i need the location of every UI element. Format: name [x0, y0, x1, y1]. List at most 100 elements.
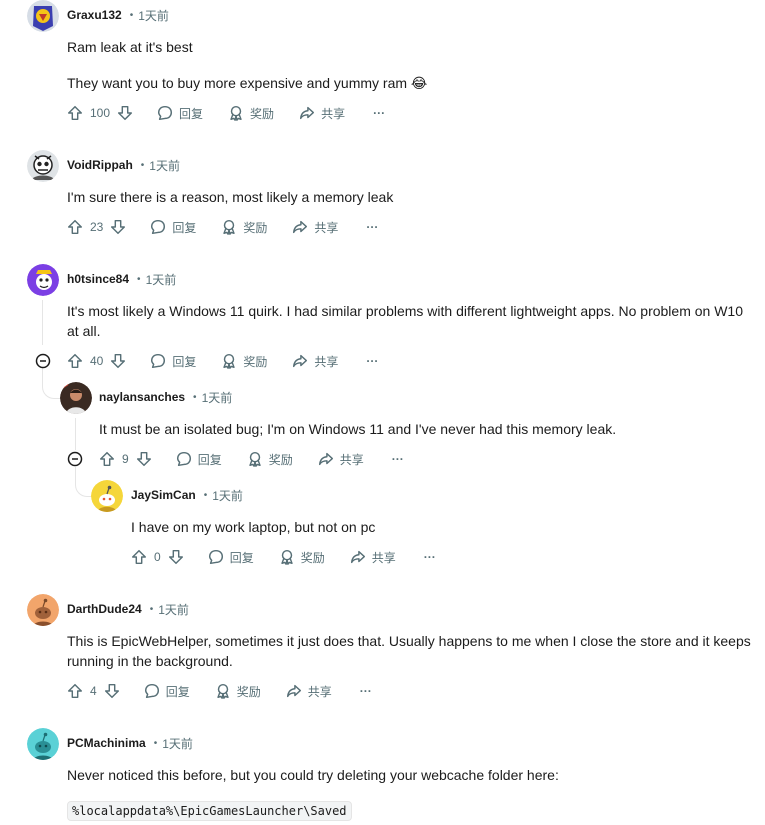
share-arrow-icon — [317, 450, 335, 468]
comment-timestamp[interactable]: 1天前 — [146, 271, 177, 288]
share-arrow-icon — [349, 548, 367, 566]
share-button[interactable]: 共享 — [291, 352, 338, 370]
avatar[interactable] — [27, 150, 59, 182]
reply-button[interactable]: 回复 — [149, 352, 196, 370]
award-label: 奖励 — [243, 354, 268, 369]
vote-score: 100 — [90, 106, 111, 120]
collapse-thread-button[interactable] — [67, 451, 83, 467]
comment-timestamp[interactable]: 1天前 — [149, 157, 180, 174]
more-options-button[interactable]: ··· — [366, 220, 378, 234]
downvote-arrow-icon[interactable] — [116, 104, 134, 122]
comment-author[interactable]: JaySimCan — [131, 488, 196, 502]
downvote-arrow-icon[interactable] — [109, 218, 127, 236]
comment-author[interactable]: Graxu132 — [67, 8, 122, 22]
share-label: 共享 — [314, 354, 339, 369]
comment-timestamp[interactable]: 1天前 — [212, 487, 243, 504]
comment-timestamp[interactable]: 1天前 — [162, 735, 193, 752]
downvote-arrow-icon[interactable] — [109, 352, 127, 370]
award-button[interactable]: 奖励 — [214, 682, 261, 700]
comment-author[interactable]: VoidRippah — [67, 158, 133, 172]
collapse-thread-button[interactable] — [35, 353, 51, 369]
comment-paragraph: Never noticed this before, but you could… — [67, 767, 559, 783]
comment-paragraph: It's most likely a Windows 11 quirk. I h… — [67, 303, 743, 339]
reply-button[interactable]: 回复 — [207, 548, 254, 566]
share-label: 共享 — [339, 452, 364, 467]
comment-timestamp[interactable]: 1天前 — [138, 7, 169, 24]
comment-meta: Graxu132 • 1天前 — [67, 7, 169, 24]
reply-button[interactable]: 回复 — [156, 104, 203, 122]
avatar[interactable] — [27, 264, 59, 296]
reply-button[interactable]: 回复 — [149, 218, 196, 236]
comment-paragraph: This is EpicWebHelper, sometimes it just… — [67, 633, 751, 669]
avatar[interactable] — [27, 728, 59, 760]
speech-bubble-icon — [156, 104, 174, 122]
comment-author[interactable]: naylansanches — [99, 390, 185, 404]
reply-label: 回复 — [229, 550, 254, 565]
comment-author[interactable]: DarthDude24 — [67, 602, 142, 616]
upvote-arrow-icon[interactable] — [130, 548, 148, 566]
minus-circle-icon — [67, 451, 83, 471]
more-options-button[interactable]: ··· — [392, 452, 404, 466]
award-button[interactable]: 奖励 — [220, 218, 267, 236]
upvote-arrow-icon[interactable] — [98, 450, 116, 468]
share-button[interactable]: 共享 — [285, 682, 332, 700]
comment-actions: 4 回复 奖励 共享 ··· — [66, 675, 372, 707]
comment-actions: 100 回复 奖励 共享 ··· — [66, 97, 385, 129]
award-label: 奖励 — [243, 220, 268, 235]
award-ribbon-icon — [220, 352, 238, 370]
downvote-arrow-icon[interactable] — [135, 450, 153, 468]
award-button[interactable]: 奖励 — [278, 548, 325, 566]
comment-body: I have on my work laptop, but not on pc — [131, 517, 751, 537]
reply-label: 回复 — [197, 452, 222, 467]
vote-group: 23 — [66, 218, 127, 236]
award-button[interactable]: 奖励 — [246, 450, 293, 468]
comment-author[interactable]: PCMachinima — [67, 736, 146, 750]
share-button[interactable]: 共享 — [291, 218, 338, 236]
vote-group: 9 — [98, 450, 153, 468]
share-button[interactable]: 共享 — [298, 104, 345, 122]
upvote-arrow-icon[interactable] — [66, 352, 84, 370]
share-button[interactable]: 共享 — [349, 548, 396, 566]
comment-body: It must be an isolated bug; I'm on Windo… — [99, 419, 749, 439]
comment-timestamp[interactable]: 1天前 — [158, 601, 189, 618]
vote-score: 0 — [154, 550, 161, 564]
award-ribbon-icon — [227, 104, 245, 122]
more-options-button[interactable]: ··· — [366, 354, 378, 368]
reply-button[interactable]: 回复 — [143, 682, 190, 700]
more-options-button[interactable]: ··· — [424, 550, 436, 564]
avatar[interactable] — [60, 382, 92, 414]
upvote-arrow-icon[interactable] — [66, 104, 84, 122]
reply-button[interactable]: 回复 — [175, 450, 222, 468]
award-button[interactable]: 奖励 — [227, 104, 274, 122]
downvote-arrow-icon[interactable] — [103, 682, 121, 700]
code-snippet: %localappdata%\EpicGamesLauncher\Saved — [67, 801, 352, 821]
share-arrow-icon — [291, 218, 309, 236]
comment-actions: 40 回复 奖励 共享 ··· — [66, 345, 378, 377]
comment-actions: 23 回复 奖励 共享 ··· — [66, 211, 378, 243]
reply-label: 回复 — [172, 354, 197, 369]
award-label: 奖励 — [300, 550, 325, 565]
share-label: 共享 — [307, 684, 332, 699]
upvote-arrow-icon[interactable] — [66, 682, 84, 700]
award-label: 奖励 — [268, 452, 293, 467]
thread-line — [42, 300, 43, 345]
share-arrow-icon — [298, 104, 316, 122]
avatar[interactable] — [27, 0, 59, 32]
comment-author[interactable]: h0tsince84 — [67, 272, 129, 286]
downvote-arrow-icon[interactable] — [167, 548, 185, 566]
award-ribbon-icon — [278, 548, 296, 566]
more-options-button[interactable]: ··· — [373, 106, 385, 120]
award-button[interactable]: 奖励 — [220, 352, 267, 370]
share-label: 共享 — [314, 220, 339, 235]
comment-body: Never noticed this before, but you could… — [67, 765, 757, 785]
comment-body: I'm sure there is a reason, most likely … — [67, 187, 747, 207]
vote-group: 40 — [66, 352, 127, 370]
comment-meta: VoidRippah • 1天前 — [67, 157, 180, 174]
comment-timestamp[interactable]: 1天前 — [202, 389, 233, 406]
avatar[interactable] — [91, 480, 123, 512]
share-button[interactable]: 共享 — [317, 450, 364, 468]
speech-bubble-icon — [143, 682, 161, 700]
more-options-button[interactable]: ··· — [360, 684, 372, 698]
avatar[interactable] — [27, 594, 59, 626]
upvote-arrow-icon[interactable] — [66, 218, 84, 236]
